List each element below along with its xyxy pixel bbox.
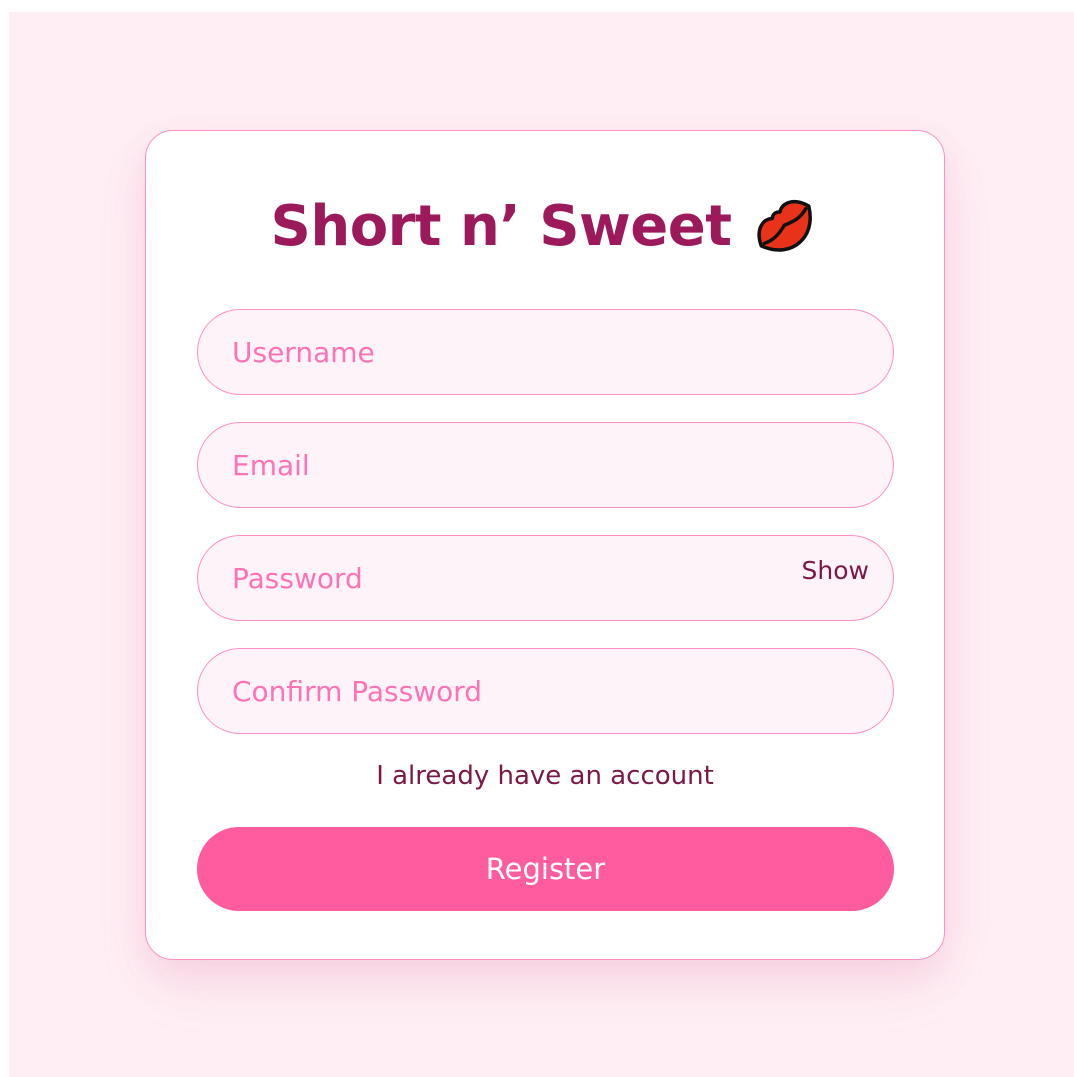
register-card: Short n’ Sweet Show I already have an ac…: [145, 130, 945, 960]
password-field: Show: [197, 535, 894, 621]
username-field: [197, 309, 894, 395]
login-link[interactable]: I already have an account: [146, 761, 944, 791]
username-input[interactable]: [198, 310, 893, 394]
confirm-password-input[interactable]: [198, 649, 893, 733]
title-row: Short n’ Sweet: [146, 191, 944, 261]
page-title: Short n’ Sweet: [270, 193, 733, 259]
confirm-password-field: [197, 648, 894, 734]
email-field: [197, 422, 894, 508]
lips-icon: [750, 198, 820, 254]
register-button[interactable]: Register: [197, 827, 894, 911]
show-password-toggle[interactable]: Show: [802, 556, 869, 585]
email-input[interactable]: [198, 423, 893, 507]
password-input[interactable]: [198, 536, 893, 620]
